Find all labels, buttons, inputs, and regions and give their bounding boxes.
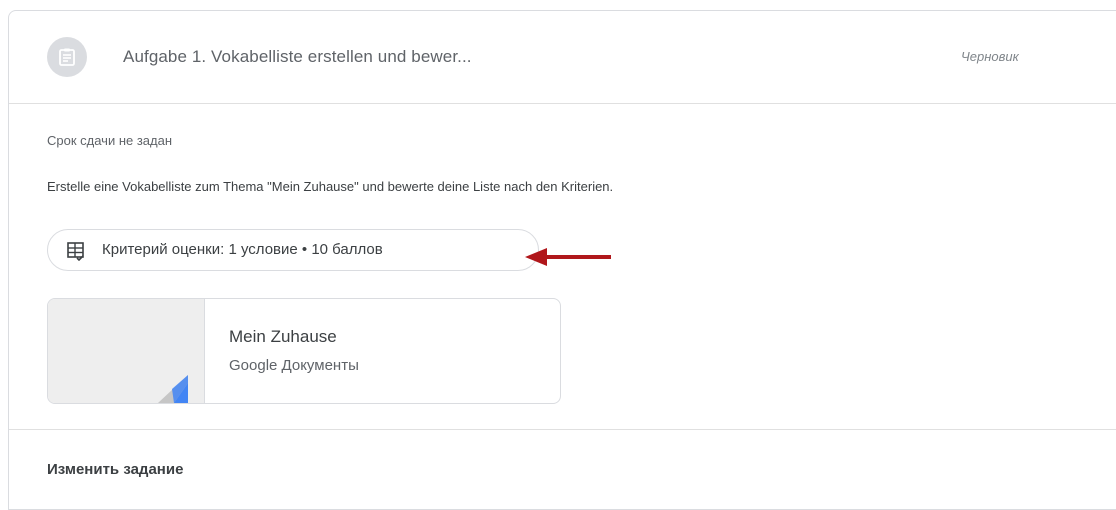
assignment-header[interactable]: Aufgabe 1. Vokabelliste erstellen und be… — [9, 11, 1116, 104]
attachment-card[interactable]: Mein Zuhause Google Документы — [47, 298, 561, 404]
arrow-left-icon — [525, 248, 611, 266]
rubric-chip[interactable]: Критерий оценки: 1 условие • 10 баллов — [47, 229, 539, 271]
rubric-label: Критерий оценки: 1 условие • 10 баллов — [102, 241, 383, 258]
divider — [9, 429, 1116, 430]
assignment-description: Erstelle eine Vokabelliste zum Thema "Me… — [47, 179, 614, 194]
rubric-icon — [67, 242, 84, 261]
assignment-icon — [47, 37, 87, 77]
assignment-card: Aufgabe 1. Vokabelliste erstellen und be… — [8, 10, 1116, 510]
attachment-name: Mein Zuhause — [229, 327, 337, 346]
draft-status: Черновик — [961, 49, 1019, 64]
due-date-text: Срок сдачи не задан — [47, 133, 173, 148]
attachment-type: Google Документы — [229, 357, 359, 374]
google-docs-corner-icon — [158, 375, 188, 403]
edit-assignment-button[interactable]: Изменить задание — [47, 461, 183, 478]
assignment-title: Aufgabe 1. Vokabelliste erstellen und be… — [123, 47, 472, 66]
attachment-thumbnail — [48, 299, 205, 403]
